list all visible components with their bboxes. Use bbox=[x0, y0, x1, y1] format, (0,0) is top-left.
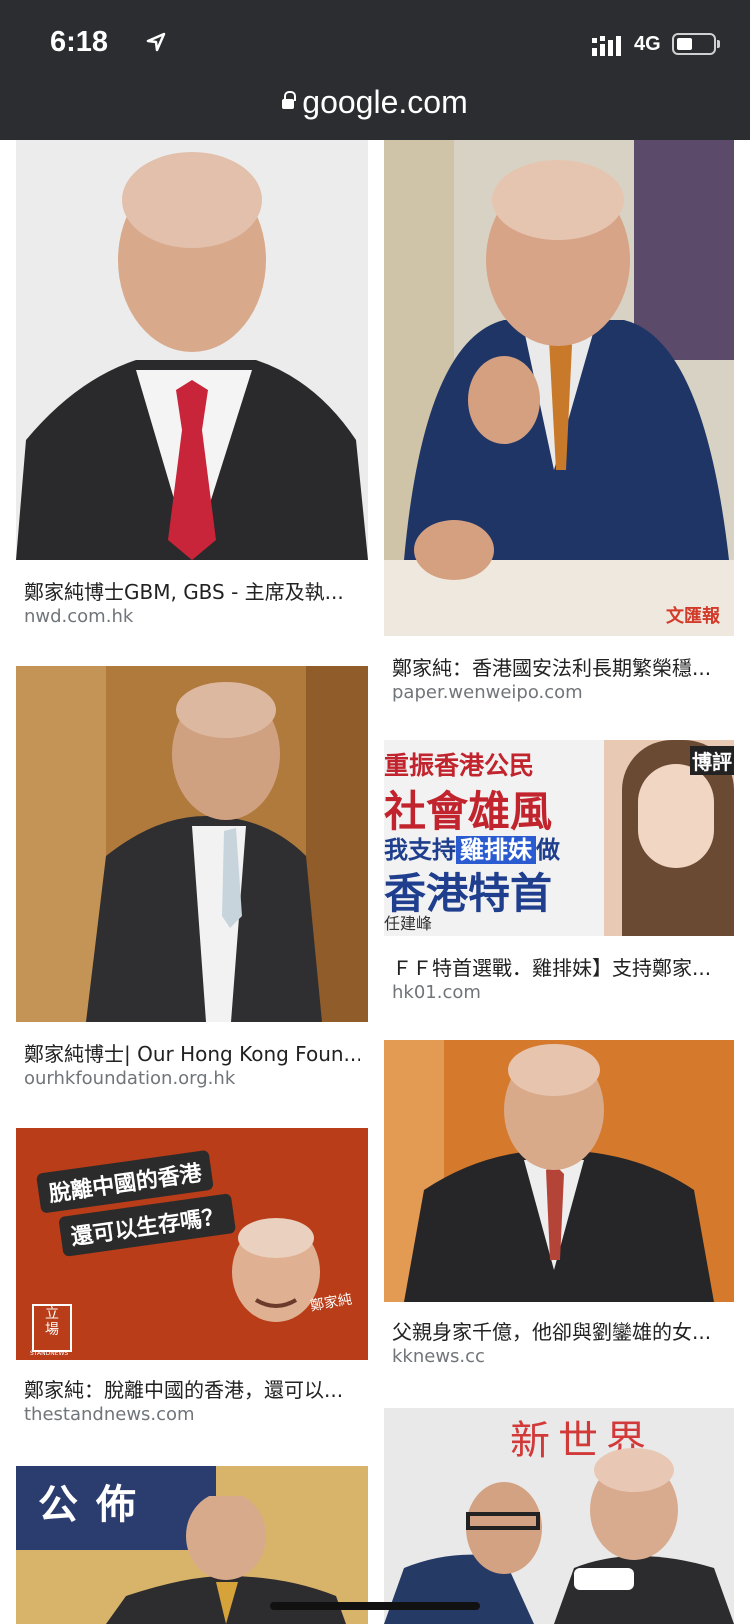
battery-level bbox=[677, 38, 692, 50]
result-image[interactable] bbox=[16, 140, 368, 560]
address-domain: google.com bbox=[302, 84, 468, 120]
result-source[interactable]: nwd.com.hk bbox=[24, 606, 133, 627]
result-caption[interactable]: 鄭家純：脫離中國的香港，還可以... bbox=[24, 1374, 360, 1403]
signal-strength-icon bbox=[592, 36, 621, 56]
result-source[interactable]: thestandnews.com bbox=[24, 1404, 195, 1425]
standnews-logo: 立 場 bbox=[32, 1304, 72, 1352]
location-arrow-icon bbox=[146, 32, 166, 52]
result-image[interactable]: 新世界 bbox=[384, 1408, 734, 1624]
result-image[interactable] bbox=[16, 666, 368, 1022]
result-source[interactable]: ourhkfoundation.org.hk bbox=[24, 1068, 235, 1089]
result-image[interactable]: 公佈 bbox=[16, 1466, 368, 1624]
result-source[interactable]: hk01.com bbox=[392, 982, 481, 1003]
watermark-text: 文匯報 bbox=[666, 606, 720, 627]
speech-bubble: 脫離中國的香港 還可以生存嗎？ bbox=[36, 1148, 237, 1260]
result-caption[interactable]: 父親身家千億，他卻與劉鑾雄的女... bbox=[392, 1316, 728, 1345]
result-caption[interactable]: 鄭家純：香港國安法利長期繁榮穩... bbox=[392, 652, 728, 681]
battery-icon bbox=[672, 33, 716, 55]
result-image[interactable]: 脫離中國的香港 還可以生存嗎？ 鄭家純 立 場 STANDNEWS bbox=[16, 1128, 368, 1360]
logo-small-text: STANDNEWS bbox=[30, 1350, 69, 1357]
result-caption[interactable]: ＦＦ特首選戰．雞排妹】支持鄭家... bbox=[392, 952, 728, 981]
address-bar[interactable]: google.com bbox=[0, 84, 750, 121]
result-image[interactable] bbox=[384, 1040, 734, 1302]
logo-char-2: 場 bbox=[45, 1322, 59, 1338]
portrait-man-standing-image bbox=[16, 666, 368, 1022]
lock-icon bbox=[282, 91, 297, 111]
portrait-man-suit-image bbox=[16, 140, 368, 560]
portrait-man-orange-bg-image bbox=[384, 1040, 734, 1302]
logo-char-1: 立 bbox=[45, 1306, 59, 1322]
battery-cap bbox=[717, 40, 720, 48]
result-caption[interactable]: 鄭家純博士GBM, GBS - 主席及執... bbox=[24, 576, 360, 605]
two-men-conversation-image bbox=[384, 1448, 734, 1624]
result-source[interactable]: kknews.cc bbox=[392, 1346, 485, 1367]
result-image[interactable]: 文匯報 bbox=[384, 140, 734, 636]
status-time: 6:18 bbox=[50, 26, 109, 58]
byline-text: 任建峰 bbox=[384, 914, 433, 933]
home-indicator[interactable] bbox=[270, 1602, 480, 1610]
status-bar: 6:18 4G google.com bbox=[0, 0, 750, 140]
result-image[interactable]: 重振香港公民 社會雄風 我支持 雞排妹做 香港特首 任建峰 博評 bbox=[384, 740, 734, 936]
portrait-man-seated-image bbox=[384, 140, 734, 636]
network-type: 4G bbox=[634, 33, 661, 55]
corner-badge: 博評 bbox=[690, 746, 734, 775]
result-caption[interactable]: 鄭家純博士| Our Hong Kong Foun... bbox=[24, 1038, 360, 1067]
result-source[interactable]: paper.wenweipo.com bbox=[392, 682, 583, 703]
headline-line-1: 重振香港公民 bbox=[384, 751, 535, 780]
